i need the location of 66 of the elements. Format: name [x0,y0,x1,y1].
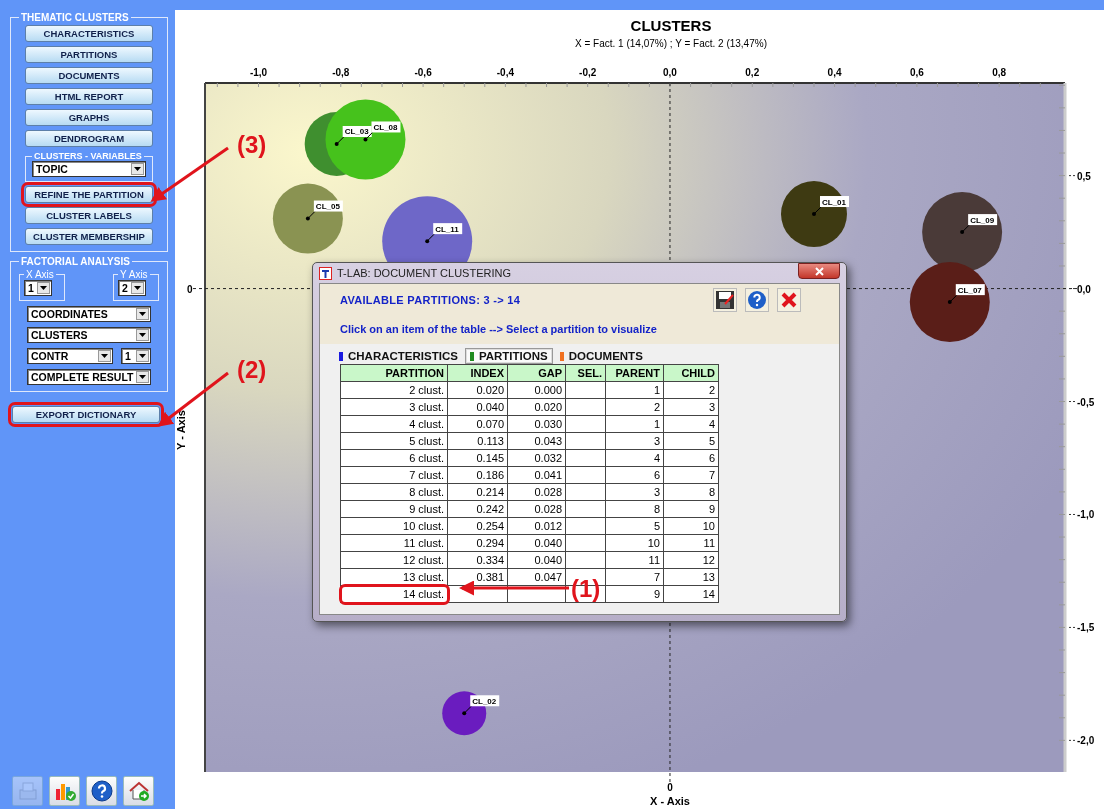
point-label: CL_07 [955,284,985,296]
tab[interactable]: PARTITIONS [464,348,553,364]
axis-tick-label: 0 [667,782,673,793]
dropdown[interactable]: CLUSTERS [27,327,151,343]
axis-tick-label: 0,0 [663,67,677,78]
tab[interactable]: DOCUMENTS [554,348,648,364]
sidebar-button[interactable]: CLUSTER MEMBERSHIP [25,228,153,245]
axis-title: Y - Axis [175,410,187,450]
group-title: CLUSTERS - VARIABLES [33,151,143,161]
column-header: CHILD [663,364,719,382]
group-title: Y Axis [119,269,149,280]
sidebar-button[interactable]: CLUSTER LABELS [25,207,153,224]
column-header: PARENT [605,364,664,382]
group-title: THEMATIC CLUSTERS [20,12,130,23]
dropdown[interactable]: TOPIC [32,161,146,177]
sidebar-button[interactable]: PARTITIONS [25,46,153,63]
group-title: X Axis [25,269,55,280]
point-label: CL_03 [342,126,372,137]
point-label: CL_01 [820,196,849,207]
column-header: PARTITION [340,364,448,382]
axis-tick-label: -0,4 [496,67,514,78]
point-label: CL_08 [371,121,401,133]
dropdown[interactable]: COORDINATES [27,306,151,322]
axis-tick-label: -1,5 [1077,622,1095,634]
column-header: GAP [507,364,566,382]
point-label: CL_02 [470,695,500,707]
axis-tick-label: -0,6 [414,67,432,78]
dropdown[interactable]: 1 [24,280,52,296]
partitions-heading: AVAILABLE PARTITIONS: 3 -> 14 [340,294,521,306]
chart-subtitle: X = Fact. 1 (14,07%) ; Y = Fact. 2 (13,47%) [575,38,767,49]
axis-tick-label: 0,6 [909,67,924,78]
table-cell: 14 clust. [340,585,448,603]
axis-tick-label: -0,5 [1077,396,1095,408]
axis-tick-label: 0,5 [1077,170,1091,182]
tab[interactable]: CHARACTERISTICS [334,348,463,364]
axis-tick-label: -0,8 [332,67,350,78]
point-label: CL_09 [968,214,998,226]
chart-title: CLUSTERS [630,17,712,34]
point-label: CL_05 [313,200,343,212]
annotation-label: (3) [237,131,267,158]
axis-tick-label: 0,8 [992,67,1007,78]
axis-tick-label: 0,2 [745,67,760,78]
window-title: T-LAB: DOCUMENT CLUSTERING [337,267,511,279]
column-header: SEL. [565,364,606,382]
dropdown[interactable]: 2 [118,280,146,296]
sidebar-button[interactable]: CHARACTERISTICS [25,25,153,42]
instruction-text: Click on an item of the table --> Select a partition to visualize [340,323,658,335]
axis-tick-label: 0 [187,283,193,295]
axis-title: X - Axis [650,795,690,807]
axis-tick-label: -0,2 [579,67,597,78]
sidebar-button[interactable]: DOCUMENTS [25,67,153,84]
axis-tick-label: -2,0 [1077,735,1095,747]
group-title: FACTORIAL ANALYSIS [20,256,131,267]
axis-tick-label: 0,4 [827,67,842,78]
annotation-label: (2) [237,356,267,383]
axis-tick-label: -1,0 [249,67,268,78]
point-label: CL_11 [433,223,463,235]
dropdown[interactable]: CONTR [27,348,113,364]
sidebar-button[interactable]: HTML REPORT [25,88,153,105]
column-header: INDEX [447,364,508,382]
axis-tick-label: -1,0 [1077,509,1095,521]
sidebar-button[interactable]: GRAPHS [25,109,153,126]
dropdown[interactable]: COMPLETE RESULT [27,369,151,385]
axis-tick-label: 0,0 [1077,283,1091,295]
dropdown[interactable]: 1 [121,348,151,364]
sidebar-button[interactable]: DENDROGRAM [25,130,153,147]
